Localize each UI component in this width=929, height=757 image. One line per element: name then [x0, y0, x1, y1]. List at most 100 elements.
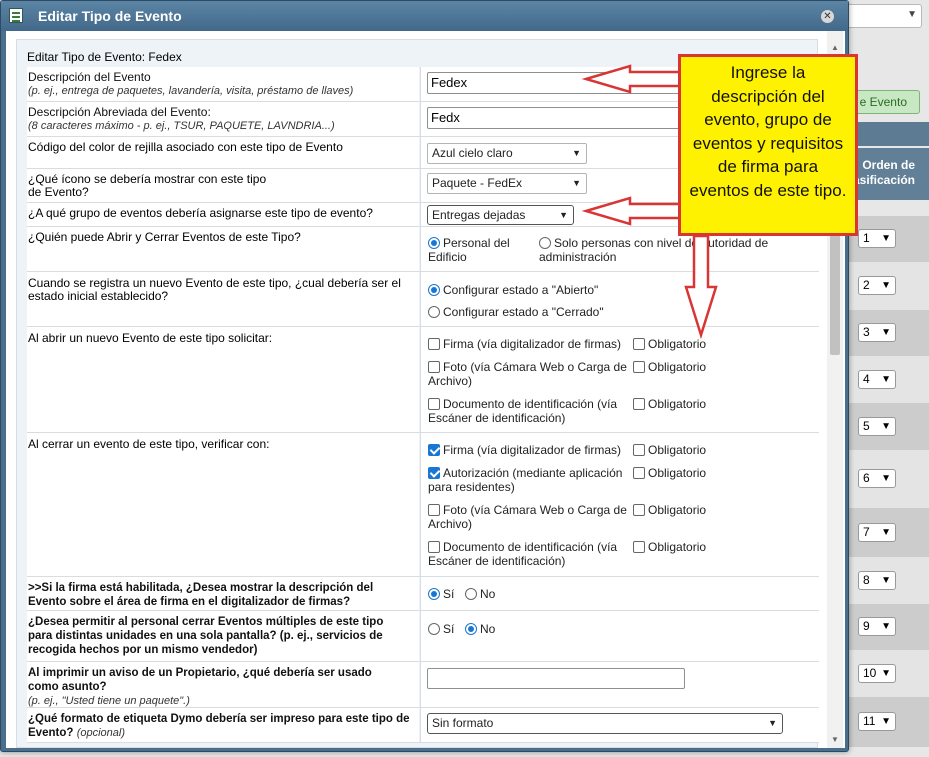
grid-color-select[interactable]: Azul cielo claro ▼ [427, 143, 587, 164]
open-signature-checkbox[interactable]: Firma (vía digitalizador de firmas) [428, 337, 633, 351]
short-description-label: Descripción Abreviada del Evento: [28, 105, 211, 119]
open-request-label: Al abrir un nuevo Evento de este tipo so… [28, 331, 273, 345]
description-input[interactable]: Fedex [427, 72, 689, 94]
background-table-row: 9 ▼ [848, 604, 929, 650]
chevron-down-icon: ▼ [907, 9, 917, 20]
close-id-checkbox[interactable]: Documento de identificación (vía Escáner… [428, 540, 633, 568]
background-table-row: 2 ▼ [848, 262, 929, 310]
scroll-up-icon[interactable]: ▲ [831, 43, 839, 52]
icon-select[interactable]: Paquete - FedEx ▼ [427, 173, 587, 194]
background-table-row: 3 ▼ [848, 310, 929, 356]
background-table-row: 5 ▼ [848, 403, 929, 450]
order-select[interactable]: 1 ▼ [858, 229, 896, 248]
row-dymo-format: ¿Qué formato de etiqueta Dymo debería se… [27, 708, 819, 743]
radio-staff[interactable]: Personal del Edificio [428, 236, 540, 264]
radio-state-open-button[interactable] [428, 284, 440, 296]
chevron-down-icon: ▼ [881, 374, 891, 385]
chevron-down-icon: ▼ [572, 148, 581, 158]
form-heading: Editar Tipo de Evento: Fedex [27, 50, 182, 64]
order-select[interactable]: 11 ▼ [858, 712, 896, 731]
close-id-required[interactable]: Obligatorio [633, 540, 706, 554]
open-photo-required[interactable]: Obligatorio [633, 360, 706, 374]
chevron-down-icon: ▼ [881, 716, 891, 727]
description-label: Descripción del Evento [28, 70, 151, 84]
close-photo-required[interactable]: Obligatorio [633, 503, 706, 517]
chevron-down-icon: ▼ [572, 178, 581, 188]
chevron-down-icon: ▼ [881, 668, 891, 679]
multi-close-no[interactable]: No [465, 622, 495, 636]
order-value: 6 [863, 471, 870, 485]
row-print-subject: Al imprimir un aviso de un Propietario, … [27, 662, 819, 708]
close-authorization-required[interactable]: Obligatorio [633, 466, 706, 480]
order-value: 8 [863, 573, 870, 587]
background-table-row: 8 ▼ [848, 557, 929, 604]
order-select[interactable]: 9 ▼ [858, 617, 896, 636]
order-select[interactable]: 3 ▼ [858, 323, 896, 342]
order-select[interactable]: 10 ▼ [858, 664, 896, 683]
background-table-row: 4 ▼ [848, 356, 929, 403]
order-column-header: Orden de asificación [848, 148, 929, 200]
multi-close-label: ¿Desea permitir al personal cerrar Event… [28, 616, 384, 656]
chevron-down-icon: ▼ [881, 527, 891, 538]
chevron-down-icon: ▼ [881, 327, 891, 338]
row-close-verify: Al cerrar un evento de este tipo, verifi… [27, 433, 819, 577]
print-subject-hint: (p. ej., "Usted tiene un paquete".) [28, 695, 190, 707]
radio-admin-only-button[interactable] [539, 237, 551, 249]
order-value: 9 [863, 619, 870, 633]
order-value: 7 [863, 525, 870, 539]
chevron-down-icon: ▼ [881, 575, 891, 586]
background-table-row: 6 ▼ [848, 450, 929, 508]
background-table-row: 7 ▼ [848, 508, 929, 557]
background-table-row: 1 ▼ [848, 216, 929, 262]
order-value: 3 [863, 325, 870, 339]
close-photo-checkbox[interactable]: Foto (vía Cámara Web o Carga de Archivo) [428, 503, 633, 531]
print-subject-input[interactable] [427, 668, 685, 689]
close-signature-checkbox[interactable]: Firma (vía digitalizador de firmas) [428, 443, 633, 457]
order-value: 2 [863, 278, 870, 292]
order-value: 10 [863, 666, 877, 680]
order-select[interactable]: 7 ▼ [858, 523, 896, 542]
background-table-row: 10 ▼ [848, 650, 929, 697]
chevron-down-icon: ▼ [881, 473, 891, 484]
open-photo-checkbox[interactable]: Foto (vía Cámara Web o Carga de Archivo) [428, 360, 633, 388]
group-label-text: ¿A qué grupo de eventos debería asignars… [28, 206, 373, 220]
order-select[interactable]: 8 ▼ [858, 571, 896, 590]
radio-state-closed[interactable]: Configurar estado a "Cerrado" [428, 305, 604, 319]
radio-state-closed-button[interactable] [428, 306, 440, 318]
open-id-required[interactable]: Obligatorio [633, 397, 706, 411]
order-select[interactable]: 2 ▼ [858, 276, 896, 295]
radio-state-open[interactable]: Configurar estado a "Abierto" [428, 283, 598, 297]
order-select[interactable]: 4 ▼ [858, 370, 896, 389]
short-description-input[interactable]: Fedx [427, 107, 689, 129]
order-value: 1 [863, 231, 870, 245]
close-icon[interactable]: ✕ [821, 10, 834, 23]
who-can-open-label: ¿Quién puede Abrir y Cerrar Eventos de e… [28, 230, 301, 244]
dialog-titlebar[interactable]: Editar Tipo de Evento ✕ [1, 1, 848, 31]
close-signature-required[interactable]: Obligatorio [633, 443, 706, 457]
chevron-down-icon: ▼ [881, 621, 891, 632]
form-icon [9, 8, 23, 23]
dialog-title: Editar Tipo de Evento [38, 8, 182, 24]
open-id-checkbox[interactable]: Documento de identificación (vía Escáner… [428, 397, 633, 425]
close-verify-label: Al cerrar un evento de este tipo, verifi… [28, 437, 270, 451]
radio-staff-button[interactable] [428, 237, 440, 249]
background-table-row: 11 ▼ [848, 697, 929, 747]
grid-color-label: Código del color de rejilla asociado con… [28, 140, 343, 154]
dymo-format-hint: (opcional) [76, 727, 126, 739]
dymo-format-select[interactable]: Sin formato ▼ [427, 713, 783, 734]
show-desc-no[interactable]: No [465, 587, 495, 601]
chevron-down-icon: ▼ [768, 718, 777, 728]
multi-close-yes[interactable]: Sí [428, 622, 454, 636]
initial-state-label: Cuando se registra un nuevo Evento de es… [28, 276, 401, 303]
order-select[interactable]: 5 ▼ [858, 417, 896, 436]
show-desc-yes[interactable]: Sí [428, 587, 454, 601]
order-select[interactable]: 6 ▼ [858, 469, 896, 488]
table-header-bar [848, 122, 929, 146]
scroll-down-icon[interactable]: ▼ [831, 735, 839, 744]
icon-label: ¿Qué ícono se debería mostrar con este t… [28, 172, 267, 199]
radio-admin-only[interactable]: Solo personas con nivel de autoridad de … [539, 236, 789, 264]
open-signature-required[interactable]: Obligatorio [633, 337, 706, 351]
close-authorization-checkbox[interactable]: Autorización (mediante aplicación para r… [428, 466, 633, 494]
group-select[interactable]: Entregas dejadas ▼ [427, 205, 574, 225]
chevron-down-icon: ▼ [881, 233, 891, 244]
